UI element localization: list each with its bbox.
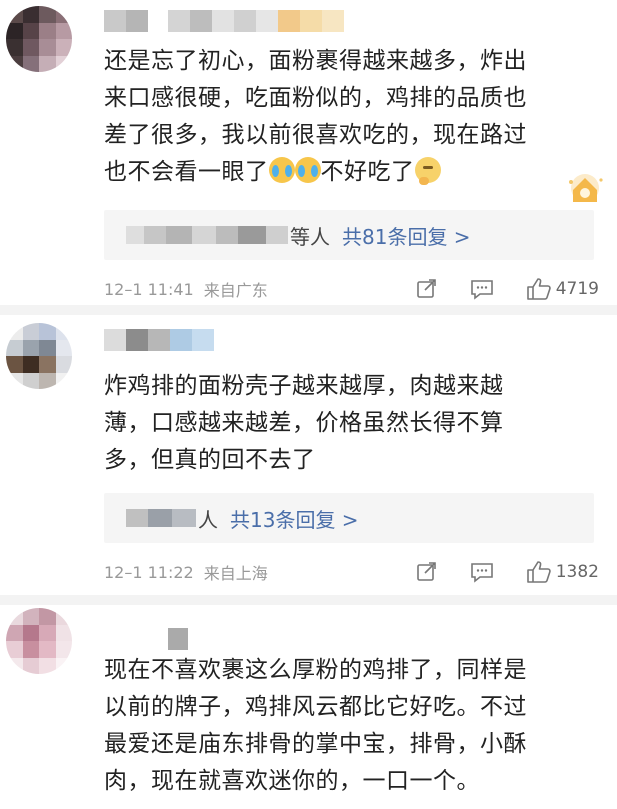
comment-icon (470, 563, 493, 583)
thumbs-up-icon (526, 561, 551, 583)
replies-preview[interactable]: 人 共13条回复 > (104, 493, 594, 543)
timestamp: 12–1 11:22 (104, 562, 194, 582)
comment-item: 炸鸡排的面粉壳子越来越厚，肉越来越 薄，口感越来越差，价格虽然长得不算 多，但真… (0, 315, 617, 595)
replies-names: 等人 (290, 224, 330, 249)
comment-item: 还是忘了初心，面粉裹得越来越多，炸出 来口感很硬，吃面粉似的，鸡排的品质也 差了… (0, 0, 617, 305)
blurred-names (126, 226, 288, 244)
avatar[interactable] (6, 608, 72, 674)
like-button[interactable]: 4719 (526, 277, 599, 301)
comment-actions: 4719 (416, 277, 599, 301)
username-blurred[interactable] (104, 628, 188, 650)
comment-text: 还是忘了初心，面粉裹得越来越多，炸出 来口感很硬，吃面粉似的，鸡排的品质也 差了… (104, 48, 527, 185)
location: 来自上海 (203, 564, 268, 583)
comment-text: 炸鸡排的面粉壳子越来越厚，肉越来越 薄，口感越来越差，价格虽然长得不算 多，但真… (104, 373, 504, 473)
share-icon (416, 279, 436, 298)
comment-actions: 1382 (416, 560, 599, 584)
loudly-crying-emoji-icon (268, 157, 295, 183)
share-icon (416, 562, 436, 581)
thinking-emoji-icon (414, 157, 441, 185)
location: 来自广东 (203, 281, 268, 300)
share-button[interactable] (416, 278, 438, 300)
like-count: 1382 (555, 562, 599, 582)
avatar[interactable] (6, 323, 72, 389)
loudly-crying-emoji-icon (294, 157, 321, 183)
username-blurred[interactable] (104, 10, 344, 32)
blurred-names (126, 509, 196, 527)
username-blurred[interactable] (104, 329, 214, 351)
timestamp: 12–1 11:41 (104, 279, 194, 299)
avatar[interactable] (6, 6, 72, 72)
fan-badge-icon (569, 174, 603, 202)
replies-names: 人 (198, 507, 218, 532)
comment-text: 现在不喜欢裹这么厚粉的鸡排了，同样是 以前的牌子，鸡排风云都比它好吃。不过 最爱… (104, 657, 527, 794)
like-button[interactable]: 1382 (526, 560, 599, 584)
like-count: 4719 (555, 279, 599, 299)
comment-button[interactable] (470, 278, 494, 300)
share-button[interactable] (416, 561, 438, 583)
comment-meta: 12–1 11:41 来自广东 4719 (104, 274, 599, 304)
comment-meta: 12–1 11:22 来自上海 1382 (104, 557, 599, 587)
divider (0, 305, 617, 315)
comment-item: 现在不喜欢裹这么厚粉的鸡排了，同样是 以前的牌子，鸡排风云都比它好吃。不过 最爱… (0, 600, 617, 809)
replies-preview[interactable]: 等人 共81条回复 > (104, 210, 594, 260)
comment-button[interactable] (470, 561, 494, 583)
thumbs-up-icon (526, 278, 551, 300)
comment-icon (470, 280, 493, 300)
view-replies-link[interactable]: 共81条回复 > (342, 221, 471, 250)
view-replies-link[interactable]: 共13条回复 > (230, 504, 359, 533)
